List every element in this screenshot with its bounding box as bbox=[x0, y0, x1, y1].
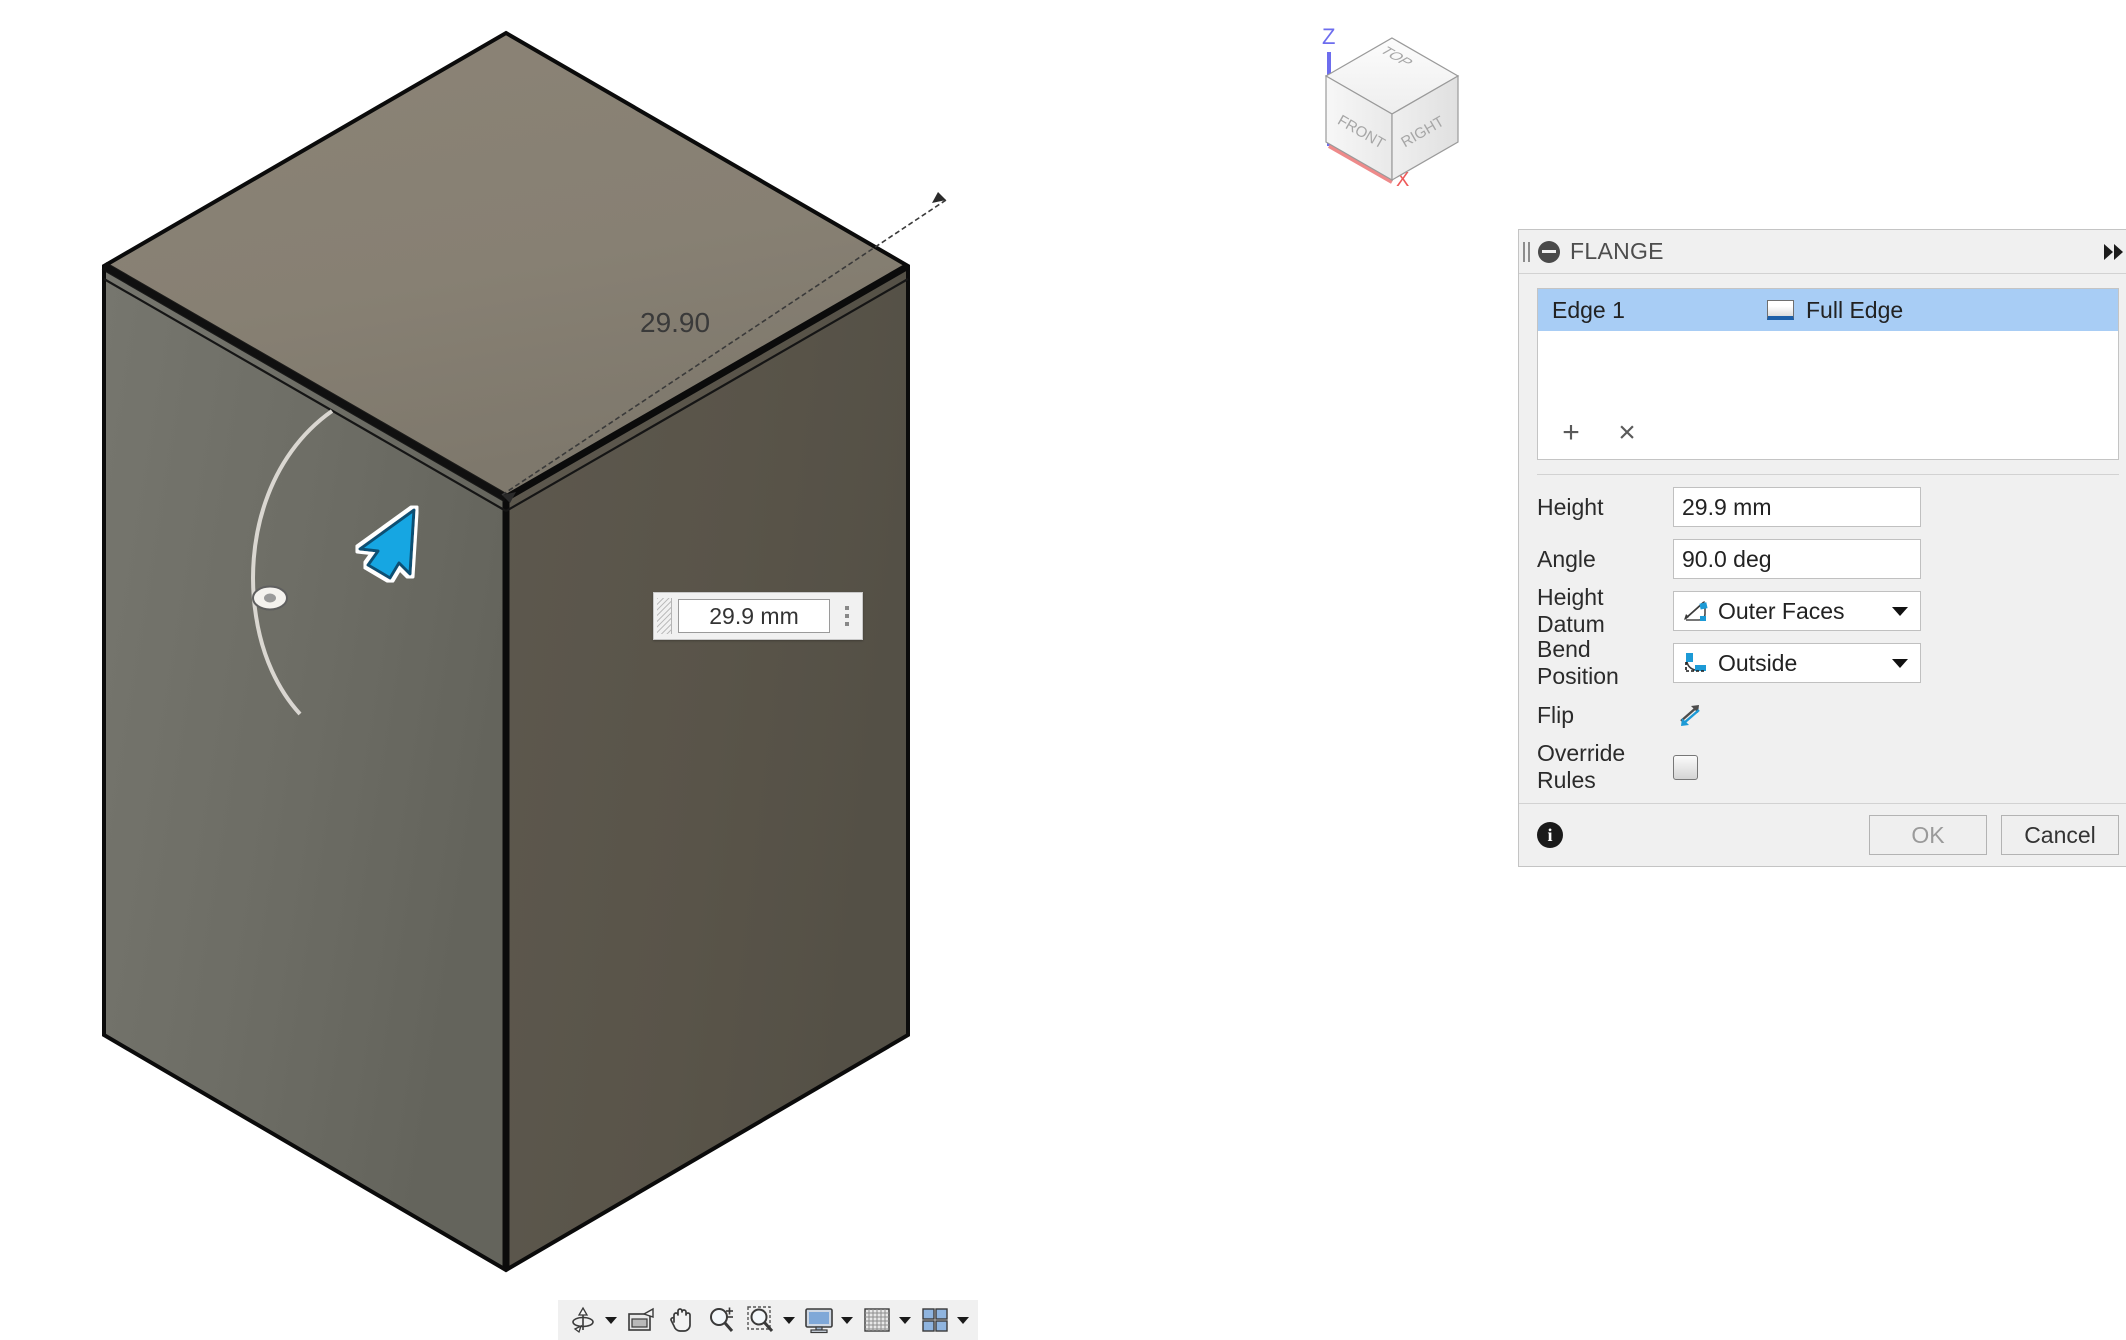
viewports-dropdown-caret[interactable] bbox=[954, 1302, 972, 1338]
height-input[interactable]: 29.9 mm bbox=[1673, 487, 1921, 527]
cancel-button[interactable]: Cancel bbox=[2001, 815, 2119, 855]
model-3d-view[interactable] bbox=[0, 0, 1520, 1340]
edge-list-row[interactable]: Edge 1 Full Edge bbox=[1538, 289, 2118, 331]
full-edge-label: Full Edge bbox=[1806, 296, 1904, 323]
panel-divider bbox=[1537, 474, 2119, 475]
dimension-input-field[interactable]: 29.9 mm bbox=[678, 599, 830, 633]
canvas-dimension-input-widget[interactable]: 29.9 mm bbox=[653, 592, 863, 640]
field-row-override-rules: Override Rules bbox=[1537, 740, 2119, 793]
nav-group-orbit[interactable] bbox=[564, 1302, 620, 1338]
viewcube-axis-z-label: Z bbox=[1322, 24, 1335, 49]
grid-snaps-icon[interactable] bbox=[858, 1302, 896, 1338]
double-chevron-right-icon[interactable] bbox=[2100, 240, 2126, 264]
bend-position-label: Bend Position bbox=[1537, 636, 1619, 689]
dimension-widget-grip[interactable] bbox=[657, 598, 672, 634]
info-icon[interactable]: i bbox=[1537, 822, 1563, 848]
dialog-footer: i OK Cancel bbox=[1519, 803, 2126, 866]
height-datum-select[interactable]: Outer Faces bbox=[1673, 591, 1921, 631]
bend-position-icon bbox=[1682, 649, 1710, 677]
zoom-window-icon[interactable] bbox=[742, 1302, 780, 1338]
field-row-bend-position: Bend Position Outside bbox=[1537, 636, 2119, 689]
height-label: Height bbox=[1537, 493, 1604, 520]
viewport-canvas[interactable]: 29.90 Z X TOP FRONT RIGHT 29.9 mm bbox=[0, 0, 1520, 1340]
height-datum-caret-icon[interactable] bbox=[1892, 606, 1908, 616]
height-datum-value: Outer Faces bbox=[1718, 597, 1845, 624]
angle-input[interactable]: 90.0 deg bbox=[1673, 539, 1921, 579]
bend-position-select[interactable]: Outside bbox=[1673, 643, 1921, 683]
dialog-grip-handle[interactable] bbox=[1523, 241, 1532, 262]
full-edge-option[interactable]: Full Edge bbox=[1767, 297, 1903, 324]
bend-position-value: Outside bbox=[1718, 649, 1798, 676]
grid-snaps-dropdown-caret[interactable] bbox=[896, 1302, 914, 1338]
override-rules-label: Override Rules bbox=[1537, 740, 1626, 793]
override-rules-checkbox[interactable] bbox=[1673, 754, 1698, 780]
flip-direction-icon[interactable] bbox=[1673, 698, 1707, 732]
minus-circle-icon[interactable] bbox=[1538, 240, 1560, 263]
pan-hand-icon[interactable] bbox=[662, 1302, 700, 1338]
flange-dialog[interactable]: FLANGE Edge 1 Full Edge + × Height 29.9 bbox=[1518, 229, 2126, 867]
zoom-window-dropdown-caret[interactable] bbox=[780, 1302, 798, 1338]
dialog-title: FLANGE bbox=[1570, 238, 1664, 264]
display-settings-dropdown-caret[interactable] bbox=[838, 1302, 856, 1338]
orbit-dropdown-caret[interactable] bbox=[602, 1302, 620, 1338]
field-row-angle: Angle 90.0 deg bbox=[1537, 537, 2119, 581]
field-row-height: Height 29.9 mm bbox=[1537, 485, 2119, 529]
edge-list-toolbar[interactable]: + × bbox=[1538, 407, 1644, 459]
field-row-flip: Flip bbox=[1537, 693, 2119, 737]
bend-position-caret-icon[interactable] bbox=[1892, 658, 1908, 668]
dimension-label: 29.90 bbox=[640, 307, 711, 338]
height-datum-label: Height Datum bbox=[1537, 584, 1605, 637]
height-datum-icon bbox=[1682, 597, 1710, 625]
nav-group-viewports[interactable] bbox=[916, 1302, 972, 1338]
edge-selection-list[interactable]: Edge 1 Full Edge + × bbox=[1537, 288, 2119, 460]
dimension-options-icon[interactable] bbox=[836, 597, 858, 635]
navigation-toolbar[interactable] bbox=[558, 1300, 978, 1340]
angle-rotation-handle[interactable] bbox=[252, 585, 288, 611]
full-edge-icon bbox=[1767, 300, 1794, 320]
viewports-icon[interactable] bbox=[916, 1302, 954, 1338]
flip-label: Flip bbox=[1537, 701, 1575, 728]
nav-group-grid-snaps[interactable] bbox=[858, 1302, 914, 1338]
look-at-icon[interactable] bbox=[622, 1302, 660, 1338]
edge-row-label: Edge 1 bbox=[1552, 296, 1625, 323]
field-row-height-datum: Height Datum Outer Faces bbox=[1537, 584, 2119, 637]
ok-button[interactable]: OK bbox=[1869, 815, 1987, 855]
nav-group-display-settings[interactable] bbox=[800, 1302, 856, 1338]
zoom-icon[interactable] bbox=[702, 1302, 740, 1338]
orbit-icon[interactable] bbox=[564, 1302, 602, 1338]
view-cube[interactable]: Z X TOP FRONT RIGHT bbox=[1272, 8, 1512, 188]
display-settings-icon[interactable] bbox=[800, 1302, 838, 1338]
nav-group-zoom-window[interactable] bbox=[742, 1302, 798, 1338]
dialog-header[interactable]: FLANGE bbox=[1519, 230, 2126, 274]
dialog-body: Edge 1 Full Edge + × Height 29.9 mm Angl… bbox=[1519, 274, 2126, 793]
add-selection-button[interactable]: + bbox=[1554, 416, 1588, 450]
remove-selection-button[interactable]: × bbox=[1610, 416, 1644, 450]
angle-label: Angle bbox=[1537, 545, 1596, 572]
